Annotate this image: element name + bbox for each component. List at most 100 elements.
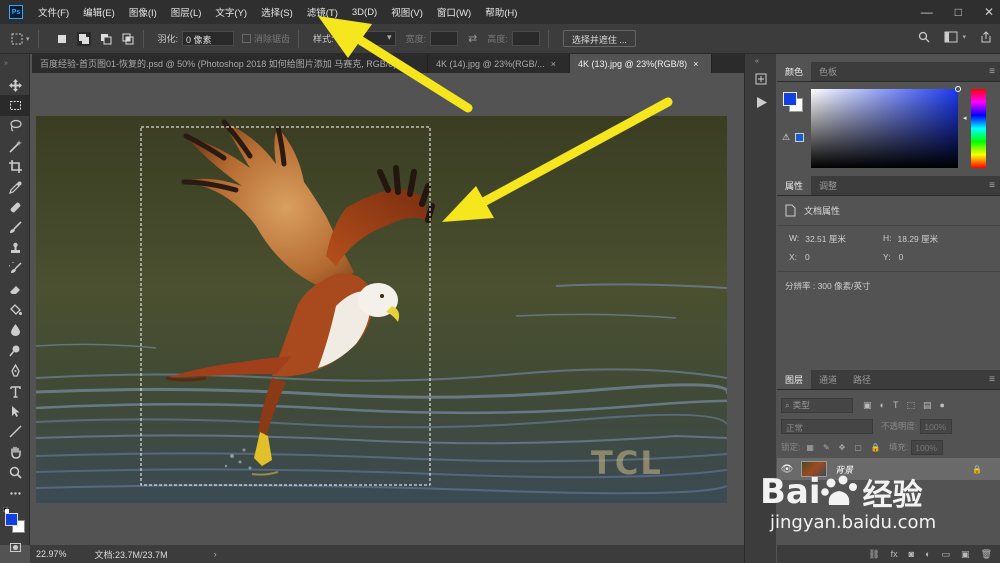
tab-channels[interactable]: 通道 [811, 370, 845, 389]
lock-pixels-icon[interactable]: ✎ [823, 443, 830, 452]
lock-artboard-icon[interactable]: ▢ [854, 443, 862, 452]
eraser-tool-icon[interactable] [0, 279, 30, 299]
close-button[interactable]: ✕ [984, 5, 994, 19]
opacity-input[interactable]: 100% [920, 418, 953, 434]
smart-object-filter-icon[interactable]: ▤ [923, 400, 932, 411]
status-menu-arrow-icon[interactable]: › [214, 549, 217, 559]
crop-tool-icon[interactable] [0, 157, 30, 177]
zoom-level[interactable]: 22.97% [36, 549, 67, 559]
eye-icon[interactable]: 👁 [777, 464, 797, 475]
type-tool-icon[interactable] [0, 381, 30, 401]
filter-toggle-icon[interactable]: ● [939, 400, 944, 411]
restore-button[interactable]: □ [955, 5, 962, 19]
foreground-color-swatch[interactable] [5, 513, 18, 527]
menu-select[interactable]: 选择(S) [261, 5, 293, 19]
link-layers-icon[interactable]: ⛓ [868, 549, 879, 560]
x-value[interactable]: 0 [805, 252, 810, 262]
tab-document-4k-14[interactable]: 4K (14).jpg @ 23%(RGB/... × [428, 54, 570, 73]
w-value[interactable]: 32.51 厘米 [805, 233, 846, 245]
foreground-color-swatch[interactable] [783, 92, 797, 106]
gamut-warning-icon[interactable]: ⚠ [782, 132, 790, 143]
intersect-selection-icon[interactable] [121, 32, 135, 46]
healing-brush-tool-icon[interactable] [0, 197, 30, 217]
color-picker-field[interactable] [811, 89, 958, 168]
move-tool-icon[interactable] [0, 75, 30, 95]
paint-bucket-tool-icon[interactable] [0, 299, 30, 319]
panel-menu-icon[interactable]: ≡ [989, 66, 995, 77]
menu-view[interactable]: 视图(V) [391, 5, 423, 19]
workspace-icon[interactable] [944, 31, 958, 43]
lock-position-icon[interactable]: ✥ [839, 443, 846, 452]
menu-3d[interactable]: 3D(D) [352, 7, 377, 18]
fill-input[interactable]: 100% [911, 439, 944, 455]
text-filter-icon[interactable]: T [893, 400, 899, 411]
chevron-down-icon[interactable]: ▾ [962, 33, 966, 41]
panel-menu-icon[interactable]: ≡ [989, 180, 995, 191]
eyedropper-tool-icon[interactable] [0, 177, 30, 197]
quick-mask-icon[interactable] [0, 537, 30, 557]
menu-image[interactable]: 图像(I) [129, 5, 157, 19]
color-swatches[interactable] [0, 503, 30, 537]
chevron-down-icon[interactable]: ▾ [26, 35, 30, 43]
more-tools-icon[interactable] [0, 483, 30, 503]
new-selection-icon[interactable] [55, 32, 69, 46]
menu-layer[interactable]: 图层(L) [171, 5, 202, 19]
collapse-icon[interactable]: » [0, 54, 29, 67]
fx-icon[interactable]: fx [891, 549, 898, 559]
lock-all-icon[interactable]: 🔒 [871, 443, 881, 452]
menu-type[interactable]: 文字(Y) [215, 5, 247, 19]
lock-transparency-icon[interactable]: ▦ [806, 443, 814, 452]
menu-help[interactable]: 帮助(H) [485, 5, 517, 19]
menu-edit[interactable]: 编辑(E) [83, 5, 115, 19]
tab-document-4k-13[interactable]: 4K (13).jpg @ 23%(RGB/8) × [570, 54, 712, 73]
color-picker-cursor[interactable] [955, 86, 961, 92]
share-icon[interactable] [980, 31, 992, 43]
select-and-mask-button[interactable]: 选择并遮住 ... [562, 30, 636, 47]
history-brush-tool-icon[interactable] [0, 259, 30, 279]
hue-slider[interactable] [971, 89, 986, 168]
path-selection-tool-icon[interactable] [0, 401, 30, 421]
subtract-selection-icon[interactable] [99, 32, 113, 46]
style-select[interactable]: ▾ [337, 31, 396, 46]
clone-stamp-tool-icon[interactable] [0, 238, 30, 258]
zoom-tool-icon[interactable] [0, 462, 30, 482]
adjustment-layer-icon[interactable]: ◐ [925, 549, 930, 559]
tab-swatches[interactable]: 色板 [811, 62, 845, 81]
magic-wand-tool-icon[interactable] [0, 136, 30, 156]
add-selection-icon[interactable] [76, 31, 91, 46]
menu-filter[interactable]: 滤镜(T) [307, 5, 338, 19]
marquee-tool-icon[interactable] [0, 95, 30, 116]
blur-tool-icon[interactable] [0, 320, 30, 340]
shape-filter-icon[interactable]: ⬚ [906, 400, 915, 411]
layer-filter-select[interactable]: ⌕ 类型 [781, 397, 853, 413]
adjustment-filter-icon[interactable]: ◐ [880, 400, 885, 411]
tab-layers[interactable]: 图层 [777, 370, 812, 389]
width-input[interactable] [430, 31, 459, 46]
line-tool-icon[interactable] [0, 422, 30, 442]
height-input[interactable] [511, 31, 540, 46]
tab-adjustments[interactable]: 调整 [811, 176, 845, 195]
y-value[interactable]: 0 [899, 252, 904, 262]
web-safe-color-icon[interactable] [795, 133, 804, 142]
tab-close-icon[interactable]: × [693, 59, 698, 69]
tab-color[interactable]: 颜色 [777, 62, 812, 81]
trash-icon[interactable]: 🗑 [981, 549, 992, 560]
menu-window[interactable]: 窗口(W) [437, 5, 471, 19]
default-colors-icon[interactable] [2, 505, 9, 514]
antialias-checkbox[interactable] [242, 34, 252, 43]
tab-document-psd[interactable]: 百度经验-首页图01-恢复的.psd @ 50% (Photoshop 2018… [32, 54, 428, 73]
layer-row-background[interactable]: 👁 背景 🔒 [777, 458, 1000, 480]
add-mask-icon[interactable]: ◙ [909, 549, 914, 559]
history-panel-icon[interactable] [755, 73, 776, 87]
dodge-tool-icon[interactable] [0, 340, 30, 360]
tab-properties[interactable]: 属性 [777, 176, 812, 195]
brush-tool-icon[interactable] [0, 218, 30, 238]
tab-paths[interactable]: 路径 [845, 370, 879, 389]
minimize-button[interactable]: — [921, 5, 933, 19]
menu-file[interactable]: 文件(F) [38, 5, 69, 19]
collapse-icon[interactable]: « [745, 54, 776, 65]
pixel-filter-icon[interactable]: ▣ [863, 400, 872, 411]
panel-menu-icon[interactable]: ≡ [989, 374, 995, 385]
feather-input[interactable]: 0 像素 [182, 31, 235, 46]
layer-name[interactable]: 背景 [835, 463, 853, 476]
